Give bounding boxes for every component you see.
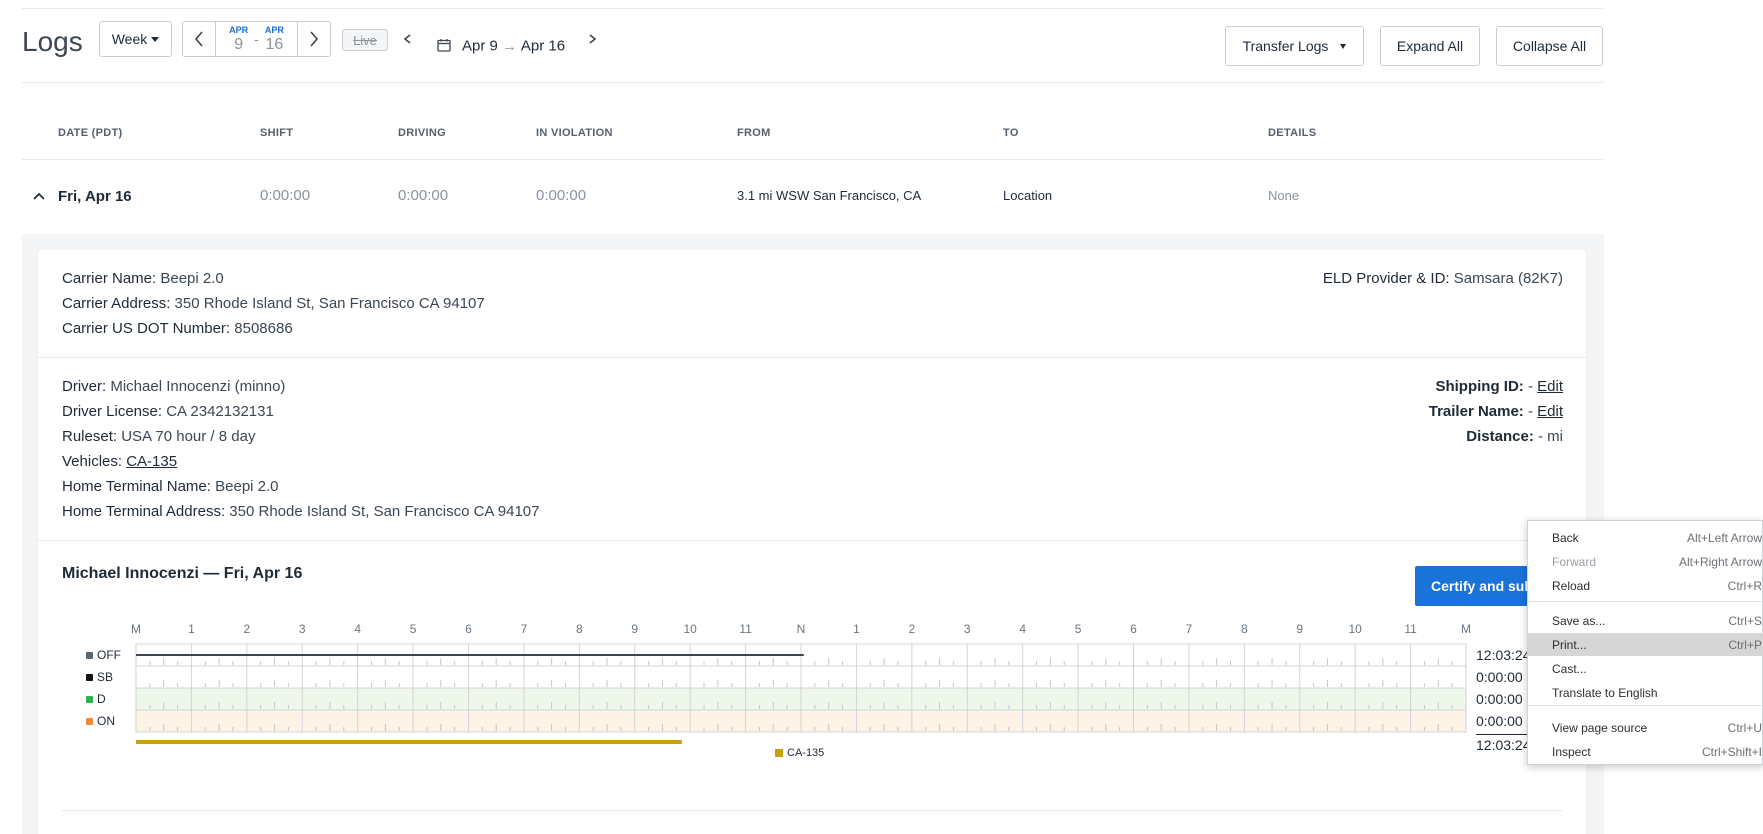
context-menu-item[interactable]: Reload Ctrl+R — [1528, 574, 1763, 597]
chart-bottom-divider — [62, 810, 1562, 811]
vehicle-legend-swatch — [775, 749, 783, 757]
context-menu-item-label: Back — [1552, 530, 1579, 545]
context-menu-item-label: Print... — [1552, 637, 1587, 652]
status-total: 0:00:00 — [1476, 669, 1523, 685]
context-menu-item: Forward Alt+Right Arrow — [1528, 550, 1763, 573]
context-menu-shortcut: Alt+Right Arrow — [1678, 554, 1762, 569]
status-total: 0:00:00 — [1476, 691, 1523, 707]
context-menu-separator — [1528, 705, 1763, 706]
context-menu-item-label: View page source — [1552, 720, 1648, 735]
context-menu-item-label: Forward — [1552, 554, 1597, 569]
logs-page: Logs Week APR 9 - APR 16 Live Apr 9 → Ap… — [0, 0, 1763, 834]
log-grid — [135, 643, 1467, 744]
context-menu-item[interactable]: Back Alt+Left Arrow — [1528, 526, 1763, 549]
context-menu-shortcut: Ctrl+R — [1727, 578, 1762, 593]
context-menu-item-label: Translate to English — [1552, 685, 1658, 700]
status-total: 12:03:24 — [1476, 647, 1531, 663]
status-total: 0:00:00 — [1476, 713, 1523, 729]
vehicle-bar — [136, 740, 682, 744]
context-menu-item[interactable]: Cast... — [1528, 657, 1763, 680]
context-menu-item-label: Save as... — [1552, 613, 1606, 628]
context-menu-separator — [1528, 601, 1763, 602]
vehicle-legend: CA-135 — [775, 747, 824, 759]
context-menu-shortcut: Ctrl+S — [1728, 613, 1762, 628]
context-menu-item-label: Inspect — [1552, 744, 1591, 759]
context-menu-item[interactable]: Save as... Ctrl+S — [1528, 609, 1763, 632]
context-menu-shortcut: Ctrl+Shift+I — [1701, 744, 1762, 759]
context-menu: Back Alt+Left Arrow Forward Alt+Right Arrow… — [1527, 520, 1763, 765]
context-menu-item-label: Reload — [1552, 578, 1591, 593]
context-menu-shortcut: Alt+Left Arrow — [1686, 530, 1762, 545]
context-menu-shortcut: Ctrl+U — [1727, 720, 1762, 735]
vehicle-legend-label: CA-135 — [787, 747, 825, 759]
context-menu-item[interactable]: Print... Ctrl+P — [1528, 633, 1763, 656]
grand-total: 12:03:24 — [1476, 737, 1531, 753]
context-menu-item[interactable]: Inspect Ctrl+Shift+I — [1528, 740, 1763, 763]
context-menu-item[interactable]: Translate to English — [1528, 681, 1763, 704]
context-menu-item[interactable]: View page source Ctrl+U — [1528, 716, 1763, 739]
context-menu-shortcut: Ctrl+P — [1728, 637, 1762, 652]
context-menu-item-label: Cast... — [1552, 661, 1587, 676]
